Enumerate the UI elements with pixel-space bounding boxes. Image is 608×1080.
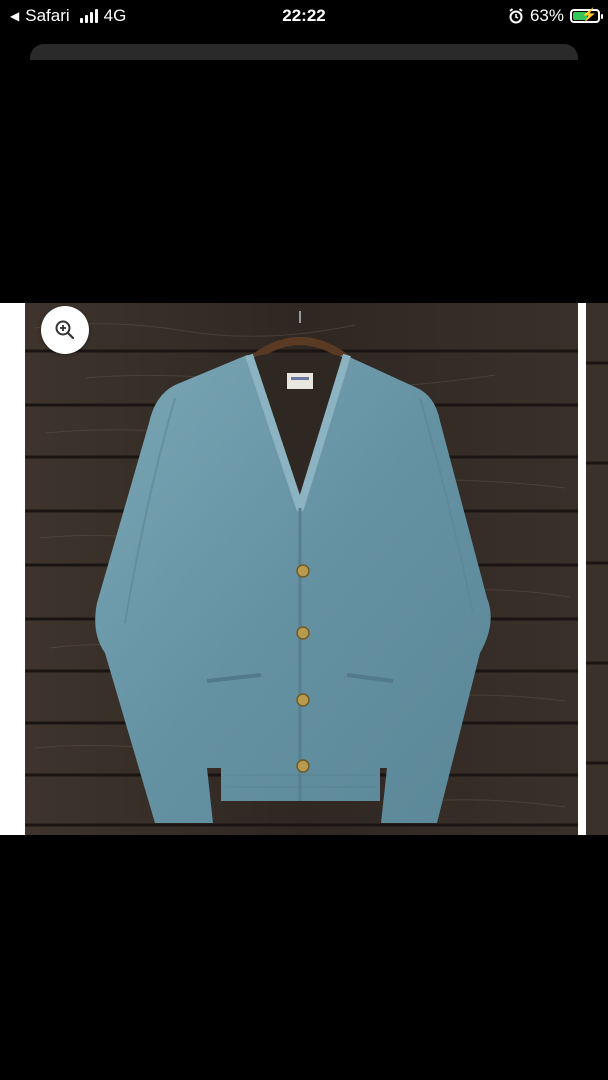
cardigan-photo-illustration bbox=[25, 303, 578, 835]
zoom-in-icon bbox=[55, 320, 75, 340]
charging-bolt-icon: ⚡ bbox=[581, 7, 598, 22]
next-product-photo-peek[interactable] bbox=[586, 303, 608, 835]
alarm-icon bbox=[509, 8, 523, 24]
status-bar: ◀ Safari 4G 22:22 63% ⚡ bbox=[0, 0, 608, 32]
product-image-carousel[interactable] bbox=[0, 303, 608, 835]
sheet-handle-bar bbox=[30, 44, 578, 60]
zoom-button[interactable] bbox=[41, 306, 89, 354]
battery-icon: ⚡ bbox=[570, 7, 603, 23]
battery-percent: 63% bbox=[529, 6, 564, 25]
product-photo-cardigan[interactable] bbox=[25, 303, 578, 835]
status-right: 63% ⚡ bbox=[508, 6, 603, 26]
